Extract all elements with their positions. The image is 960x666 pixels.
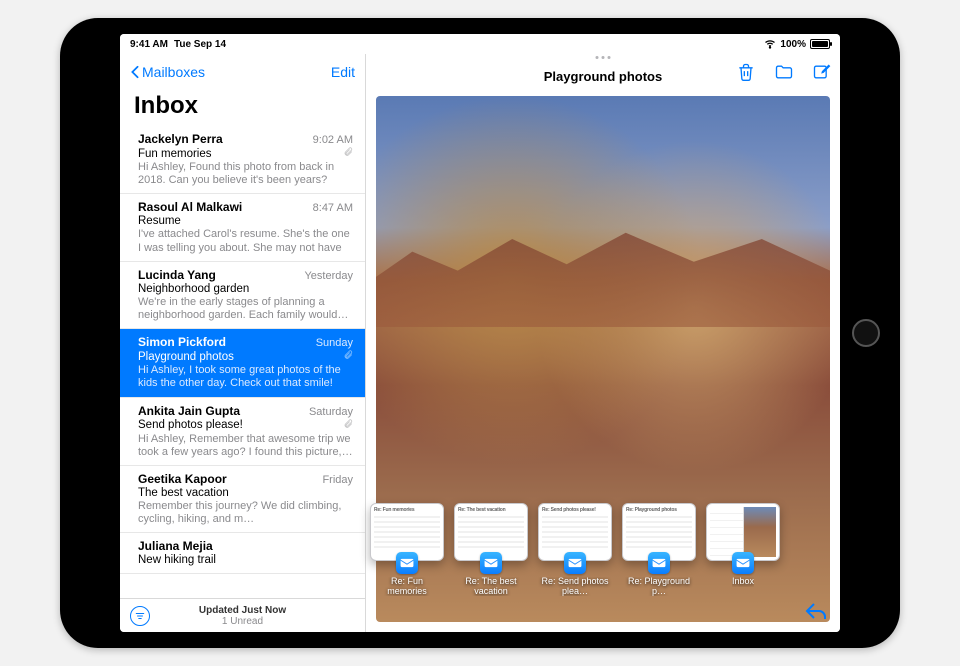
mail-sender: Geetika Kapoor	[138, 472, 227, 486]
mail-preview: Hi Ashley, Remember that awesome trip we…	[138, 433, 353, 459]
mail-preview: Hi Ashley, I took some great photos of t…	[138, 364, 353, 390]
mail-time: 8:47 AM	[313, 202, 353, 214]
mail-sender: Simon Pickford	[138, 335, 226, 349]
folder-icon	[774, 62, 794, 82]
mail-item[interactable]: Jackelyn Perra 9:02 AMFun memoriesHi Ashl…	[120, 126, 365, 194]
mail-subject: New hiking trail	[138, 554, 353, 566]
reply-button[interactable]	[804, 600, 828, 624]
screen: 9:41 AM Tue Sep 14 100% Mailbo	[120, 34, 840, 632]
mail-sidebar: Mailboxes Edit Inbox Jackelyn Perra 9:02 …	[120, 54, 366, 632]
filter-icon	[135, 611, 145, 621]
mail-sender: Rasoul Al Malkawi	[138, 200, 242, 214]
mail-sender: Jackelyn Perra	[138, 132, 223, 146]
multitask-dots-icon[interactable]	[596, 56, 611, 59]
mail-sender: Ankita Jain Gupta	[138, 404, 240, 418]
mail-preview: We're in the early stages of planning a …	[138, 296, 353, 322]
filter-button[interactable]	[130, 606, 150, 626]
mail-time: Yesterday	[304, 270, 353, 282]
mail-app-icon	[732, 552, 754, 574]
mail-app-icon	[564, 552, 586, 574]
mail-time: Sunday	[316, 337, 353, 349]
attachment-icon	[343, 350, 353, 363]
detail-title: Playground photos	[544, 69, 662, 84]
mail-item[interactable]: Ankita Jain Gupta SaturdaySend photos ple…	[120, 398, 365, 466]
attachment-icon	[343, 147, 353, 160]
mail-subject: Fun memories	[138, 147, 353, 160]
shelf-label: Inbox	[732, 577, 754, 586]
mail-item[interactable]: Juliana MejiaNew hiking trail	[120, 533, 365, 574]
status-date: Tue Sep 14	[174, 39, 226, 50]
shelf-window[interactable]: Re: Fun memoriesRe: Fun memories	[370, 503, 444, 596]
shelf-label: Re: The best vacation	[454, 577, 528, 596]
status-bar: 9:41 AM Tue Sep 14 100%	[120, 34, 840, 54]
shelf-label: Re: Fun memories	[370, 577, 444, 596]
mail-preview: Remember this journey? We did climbing, …	[138, 500, 353, 526]
mail-item[interactable]: Simon Pickford SundayPlayground photosHi …	[120, 329, 365, 397]
mail-preview: Hi Ashley, Found this photo from back in…	[138, 161, 353, 187]
mail-item[interactable]: Geetika Kapoor FridayThe best vacationRem…	[120, 466, 365, 533]
mail-subject: The best vacation	[138, 487, 353, 499]
detail-toolbar: Playground photos	[366, 54, 840, 90]
shelf-window[interactable]: Re: Send photos please!Re: Send photos p…	[538, 503, 612, 596]
mail-sender: Juliana Mejia	[138, 539, 213, 553]
compose-button[interactable]	[812, 62, 832, 82]
mail-time: Friday	[322, 474, 353, 486]
battery-icon	[810, 39, 830, 49]
mail-app-icon	[480, 552, 502, 574]
mail-app-icon	[648, 552, 670, 574]
shelf-window[interactable]: Inbox	[706, 503, 780, 596]
shelf-label: Re: Send photos plea…	[538, 577, 612, 596]
mail-item[interactable]: Lucinda Yang YesterdayNeighborhood garden…	[120, 262, 365, 329]
footer-updated: Updated Just Now	[199, 605, 286, 616]
reply-icon	[804, 600, 828, 624]
wifi-icon	[764, 38, 776, 50]
footer-unread: 1 Unread	[199, 616, 286, 627]
mail-subject: Playground photos	[138, 350, 353, 363]
mail-app-icon	[396, 552, 418, 574]
mail-nav: Mailboxes Edit	[120, 54, 365, 90]
shelf-window[interactable]: Re: Playground photosRe: Playground p…	[622, 503, 696, 596]
mail-subject: Resume	[138, 215, 353, 227]
mail-list[interactable]: Jackelyn Perra9:02 AMFun memoriesHi Ashl…	[120, 126, 365, 598]
shelf-window[interactable]: Re: The best vacationRe: The best vacati…	[454, 503, 528, 596]
trash-icon	[736, 62, 756, 82]
mail-footer: Updated Just Now 1 Unread	[120, 598, 365, 632]
edit-button[interactable]: Edit	[331, 64, 355, 80]
status-time: 9:41 AM	[130, 39, 168, 50]
mail-time: 9:02 AM	[313, 134, 353, 146]
compose-icon	[812, 62, 832, 82]
mail-subject: Neighborhood garden	[138, 283, 353, 295]
mail-subject: Send photos please!	[138, 419, 353, 432]
ipad-frame: 9:41 AM Tue Sep 14 100% Mailbo	[60, 18, 900, 648]
battery-percent: 100%	[780, 39, 806, 50]
inbox-title: Inbox	[120, 90, 365, 126]
mail-preview: I've attached Carol's resume. She's the …	[138, 228, 353, 254]
move-folder-button[interactable]	[774, 62, 794, 82]
app-shelf: Re: Fun memoriesRe: Fun memoriesRe: The …	[370, 503, 780, 596]
trash-button[interactable]	[736, 62, 756, 82]
home-button[interactable]	[852, 319, 880, 347]
mailboxes-back-button[interactable]: Mailboxes	[130, 64, 205, 80]
attachment-icon	[343, 419, 353, 432]
shelf-label: Re: Playground p…	[622, 577, 696, 596]
mail-item[interactable]: Rasoul Al Malkawi 8:47 AMResumeI've attac…	[120, 194, 365, 261]
chevron-left-icon	[130, 65, 140, 79]
mail-time: Saturday	[309, 406, 353, 418]
mail-sender: Lucinda Yang	[138, 268, 216, 282]
